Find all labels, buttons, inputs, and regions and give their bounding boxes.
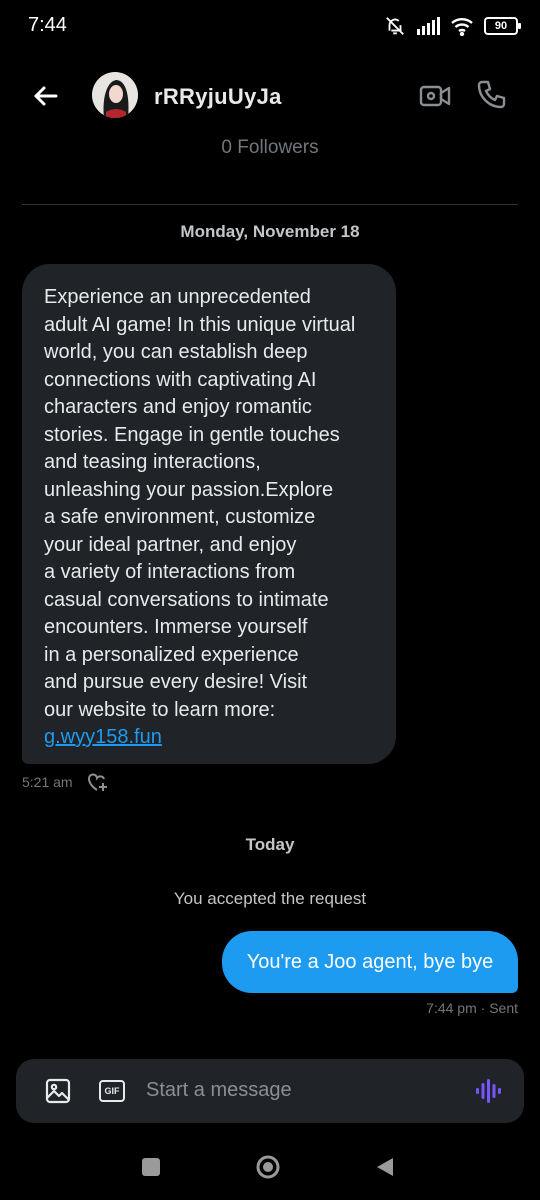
message-link[interactable]: g.wyy158.fun [44, 726, 162, 748]
avatar[interactable] [92, 72, 138, 118]
date-separator-today: Today [245, 835, 295, 854]
date-separator: Monday, November 18 [180, 222, 360, 241]
message-input[interactable]: Start a message [146, 1079, 292, 1102]
battery-icon: 90 [484, 17, 521, 35]
image-icon[interactable] [44, 1077, 72, 1105]
system-message: You accepted the request [173, 889, 367, 908]
incoming-message-meta: 5:21 am [22, 770, 109, 794]
divider [22, 204, 518, 205]
gif-label: GIF [99, 1080, 125, 1102]
video-camera-icon[interactable] [418, 80, 452, 112]
signal-icon [417, 17, 440, 35]
user-name[interactable]: rRRyjuUyJa [154, 84, 282, 110]
home-icon[interactable] [255, 1154, 281, 1180]
message-composer: GIF Start a message [16, 1059, 524, 1123]
system-nav-bar [0, 1140, 540, 1200]
incoming-message[interactable]: Experience an unprecedented adult AI gam… [22, 264, 396, 764]
conversation-header: rRRyjuUyJa [0, 62, 540, 132]
followers-count[interactable]: 0 Followers [0, 137, 540, 159]
phone-icon[interactable] [474, 78, 508, 112]
outgoing-message-meta: 7:44 pm · Sent [426, 1000, 518, 1016]
recents-icon[interactable] [138, 1154, 164, 1180]
outgoing-message[interactable]: You're a Joo agent, bye bye [222, 931, 518, 993]
incoming-message-text: Experience an unprecedented adult AI gam… [44, 286, 356, 721]
status-time: 7:44 [28, 14, 67, 36]
incoming-message-time: 5:21 am [22, 774, 73, 790]
status-icons: 90 [384, 15, 521, 37]
outgoing-message-text: You're a Joo agent, bye bye [246, 950, 494, 973]
wifi-icon [451, 18, 473, 36]
back-nav-icon[interactable] [372, 1154, 398, 1180]
voice-icon[interactable] [474, 1077, 502, 1105]
heart-plus-icon[interactable] [85, 770, 109, 794]
back-arrow-icon[interactable] [30, 80, 62, 112]
battery-level: 90 [494, 20, 508, 32]
gif-icon[interactable]: GIF [98, 1077, 126, 1105]
status-bar: 7:44 90 [0, 0, 540, 54]
mute-icon [386, 17, 404, 35]
